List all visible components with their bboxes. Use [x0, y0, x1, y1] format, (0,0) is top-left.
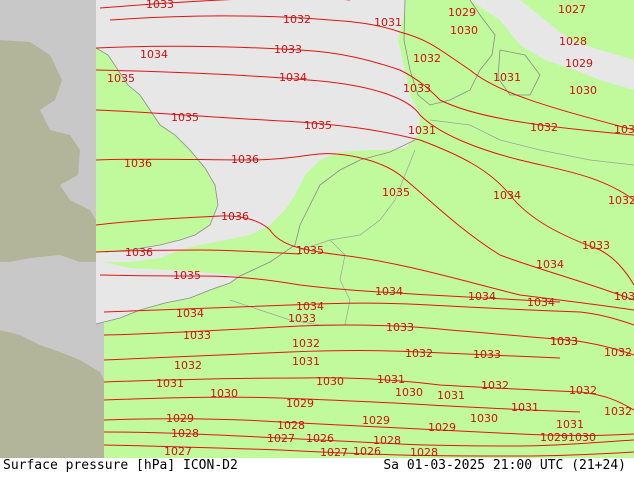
isobar-label: 1033	[183, 329, 211, 342]
isobar-label: 1031	[374, 16, 402, 29]
isobar-label: 1031	[156, 377, 184, 390]
footer-title: Surface pressure [hPa]	[3, 458, 176, 473]
isobar-label: 1034	[279, 71, 307, 84]
isobar-label: 1033	[582, 239, 610, 252]
isobar-label: 1034	[493, 189, 521, 202]
isobar-label: 1031	[292, 355, 320, 368]
isobar-label: 1034	[468, 290, 496, 303]
isobar-label: 1036	[221, 210, 249, 223]
isobar-label: 1028	[171, 427, 199, 440]
isobar-label: 1032	[530, 121, 558, 134]
isobar-label: 1030	[210, 387, 238, 400]
isobar-label: 1034	[536, 258, 564, 271]
isobar-label: 1032	[569, 384, 597, 397]
isobar-label: 1029	[540, 431, 568, 444]
isobar-label: 1027	[320, 446, 348, 458]
isobar-label: 1033	[288, 312, 316, 325]
isobar-label: 1028	[373, 434, 401, 447]
isobar-label: 1032	[604, 346, 632, 359]
isobar-label: 1030	[569, 84, 597, 97]
isobar-label: 1031	[437, 389, 465, 402]
isobar-label: 1029	[565, 57, 593, 70]
isobar-label: 1034	[140, 48, 168, 61]
isobar-label: 1029	[428, 421, 456, 434]
isobar-label: 1028	[559, 35, 587, 48]
isobar-label: 1027	[267, 432, 295, 445]
isobar-label: 1031	[377, 373, 405, 386]
isobar-label: 1027	[164, 445, 192, 458]
isobar-label: 1032	[413, 52, 441, 65]
footer-title-group: Surface pressure [hPa] ICON-D2	[3, 458, 238, 473]
footer-datetime: Sa 01-03-2025 21:00 UTC (21+24)	[383, 458, 626, 473]
isobar-label: 1035	[173, 269, 201, 282]
isobar-label: 1033	[386, 321, 414, 334]
isobar-label: 1032	[405, 347, 433, 360]
isobar-label: 1030	[450, 24, 478, 37]
isobar-label: 1033	[550, 335, 578, 348]
isobar-label: 1033	[146, 0, 174, 11]
isobar-label: 1036	[231, 153, 259, 166]
isobar-label: 1031	[493, 71, 521, 84]
isobar-label: 1035	[107, 72, 135, 85]
isobar-label: 1032	[608, 194, 634, 207]
map-footer: Surface pressure [hPa] ICON-D2 Sa 01-03-…	[0, 458, 634, 490]
isobar-label: 1033	[473, 348, 501, 361]
isobar-label: 1033	[403, 82, 431, 95]
isobar-label: 1030	[316, 375, 344, 388]
isobar-label: 1031	[511, 401, 539, 414]
isobar-label: 1033	[614, 123, 634, 136]
isobar-label: 1034	[527, 296, 555, 309]
isobar-label: 1034	[375, 285, 403, 298]
isobar-label: 1031	[556, 418, 584, 431]
isobar-label: 1036	[125, 246, 153, 259]
isobar-label: 1034	[176, 307, 204, 320]
map-area[interactable]: 1033 1032 1031 1029 1027 1030 1028 1034 …	[0, 0, 634, 458]
isobar-label: 1030	[395, 386, 423, 399]
isobar-label: 1033	[614, 290, 634, 303]
footer-model: ICON-D2	[183, 458, 238, 473]
isobar-label: 1035	[296, 244, 324, 257]
isobar-label: 1032	[292, 337, 320, 350]
isobar-label: 1028	[410, 446, 438, 458]
isobar-label: 1028	[277, 419, 305, 432]
isobar-label: 1029	[166, 412, 194, 425]
isobar-label: 1032	[283, 13, 311, 26]
isobar-label: 1032	[174, 359, 202, 372]
isobar-label: 1029	[286, 397, 314, 410]
isobar-label: 1029	[448, 6, 476, 19]
isobar-label: 1035	[171, 111, 199, 124]
isobar-label: 1027	[558, 3, 586, 16]
isobar-label: 1036	[124, 157, 152, 170]
isobar-label: 1035	[382, 186, 410, 199]
isobar-label: 1032	[481, 379, 509, 392]
isobar-label: 1030	[568, 431, 596, 444]
isobar-label: 1029	[362, 414, 390, 427]
isobar-label: 1030	[470, 412, 498, 425]
isobar-label: 1035	[304, 119, 332, 132]
isobar-label: 1026	[306, 432, 334, 445]
isobar-label: 1032	[604, 405, 632, 418]
isobar-label: 1033	[274, 43, 302, 56]
isobar-label: 1031	[408, 124, 436, 137]
